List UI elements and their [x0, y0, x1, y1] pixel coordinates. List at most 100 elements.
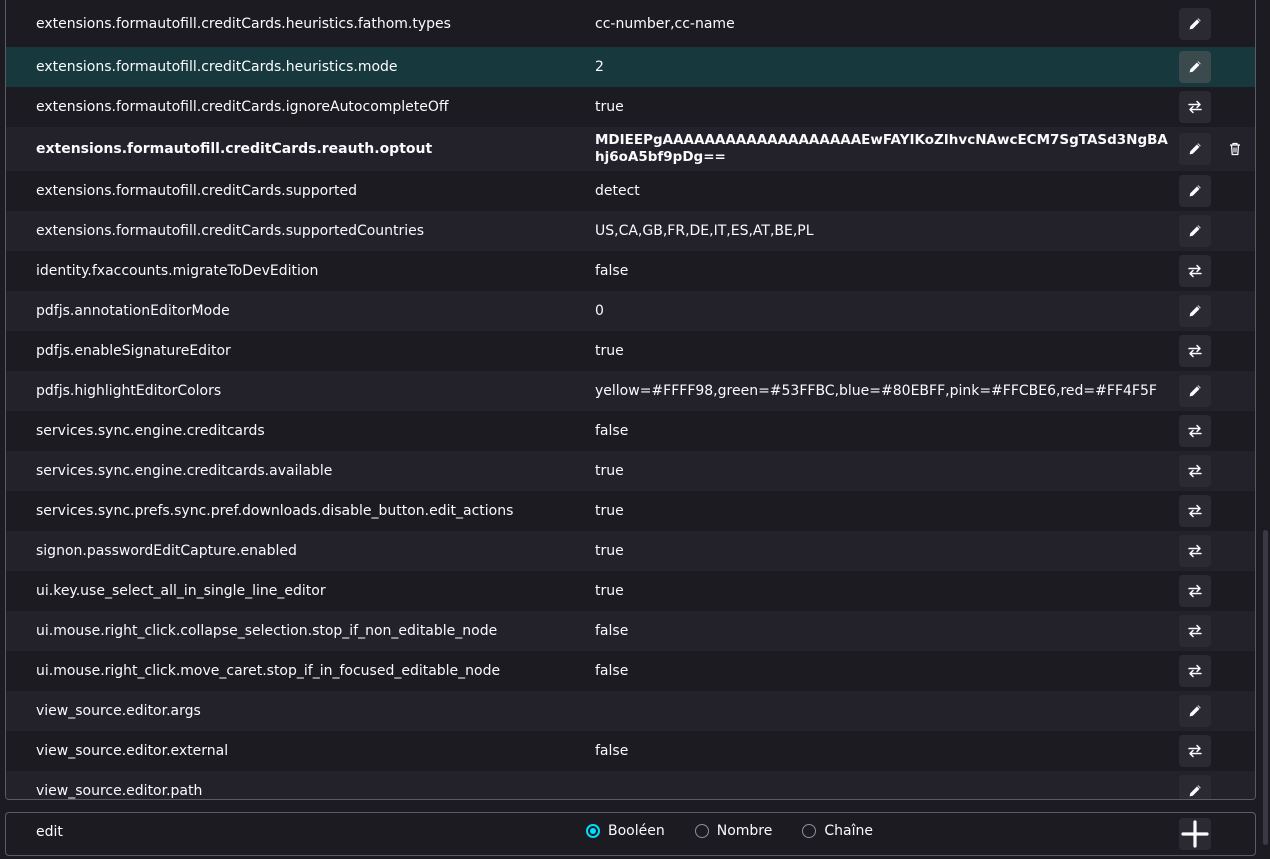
pref-name: ui.mouse.right_click.collapse_selection.…: [36, 623, 498, 639]
pref-value: true: [595, 503, 624, 519]
pref-name: view_source.editor.path: [36, 783, 203, 799]
pref-name: extensions.formautofill.creditCards.heur…: [36, 16, 451, 32]
toggle-arrows-icon: [1188, 100, 1202, 114]
pref-value: true: [595, 543, 624, 559]
pref-name: signon.passwordEditCapture.enabled: [36, 543, 297, 559]
pref-row[interactable]: view_source.editor.path: [6, 771, 1255, 799]
pencil-icon: [1189, 225, 1201, 237]
pref-name: extensions.formautofill.creditCards.supp…: [36, 183, 357, 199]
pencil-icon: [1189, 785, 1201, 797]
scrollbar-thumb[interactable]: [1263, 530, 1268, 845]
pencil-icon: [1189, 385, 1201, 397]
radio-string[interactable]: [802, 824, 817, 838]
pref-row[interactable]: extensions.formautofill.creditCards.supp…: [6, 171, 1255, 211]
add-pref-button[interactable]: [1179, 818, 1211, 850]
edit-pref-button[interactable]: [1179, 215, 1211, 247]
toggle-pref-button[interactable]: [1179, 575, 1211, 607]
pref-value: true: [595, 343, 624, 359]
toggle-pref-button[interactable]: [1179, 535, 1211, 567]
toggle-pref-button[interactable]: [1179, 255, 1211, 287]
pref-value: false: [595, 423, 629, 439]
pref-name: pdfjs.annotationEditorMode: [36, 303, 230, 319]
pencil-icon: [1189, 705, 1201, 717]
edit-pref-button[interactable]: [1179, 375, 1211, 407]
pref-row[interactable]: pdfjs.enableSignatureEditor true: [6, 331, 1255, 371]
edit-pref-button[interactable]: [1179, 775, 1211, 799]
pref-name: pdfjs.enableSignatureEditor: [36, 343, 231, 359]
toggle-pref-button[interactable]: [1179, 655, 1211, 687]
pref-row[interactable]: extensions.formautofill.creditCards.reau…: [6, 127, 1255, 171]
pref-row[interactable]: services.sync.engine.creditcards false: [6, 411, 1255, 451]
type-option-boolean[interactable]: Booléen: [586, 823, 665, 839]
pref-row[interactable]: services.sync.prefs.sync.pref.downloads.…: [6, 491, 1255, 531]
pref-name: extensions.formautofill.creditCards.supp…: [36, 223, 425, 239]
type-label-number: Nombre: [716, 823, 773, 839]
pref-value: US,CA,GB,FR,DE,IT,ES,AT,BE,PL: [595, 223, 814, 239]
pref-name: extensions.formautofill.creditCards.heur…: [36, 59, 398, 75]
toggle-arrows-icon: [1188, 344, 1202, 358]
plus-icon: [1181, 820, 1209, 848]
pref-row[interactable]: pdfjs.highlightEditorColors yellow=#FFFF9…: [6, 371, 1255, 411]
toggle-pref-button[interactable]: [1179, 615, 1211, 647]
toggle-arrows-icon: [1188, 504, 1202, 518]
toggle-arrows-icon: [1188, 624, 1202, 638]
pref-value: true: [595, 99, 624, 115]
edit-pref-button[interactable]: [1179, 8, 1211, 40]
pref-value: false: [595, 623, 629, 639]
pref-name: ui.mouse.right_click.move_caret.stop_if_…: [36, 663, 501, 679]
pref-value: detect: [595, 183, 640, 199]
pref-row[interactable]: extensions.formautofill.creditCards.heur…: [6, 0, 1255, 47]
pref-row[interactable]: extensions.formautofill.creditCards.igno…: [6, 87, 1255, 127]
toggle-pref-button[interactable]: [1179, 415, 1211, 447]
pref-name: ui.key.use_select_all_in_single_line_edi…: [36, 583, 326, 599]
toggle-arrows-icon: [1188, 424, 1202, 438]
type-option-number[interactable]: Nombre: [694, 823, 773, 839]
toggle-arrows-icon: [1188, 264, 1202, 278]
pref-name: pdfjs.highlightEditorColors: [36, 383, 222, 399]
pref-row[interactable]: view_source.editor.args: [6, 691, 1255, 731]
pref-row[interactable]: identity.fxaccounts.migrateToDevEdition f…: [6, 251, 1255, 291]
reset-pref-button[interactable]: [1219, 133, 1251, 165]
pencil-icon: [1189, 61, 1201, 73]
pref-name: extensions.formautofill.creditCards.igno…: [36, 99, 449, 115]
radio-boolean[interactable]: [586, 824, 600, 838]
radio-number[interactable]: [694, 824, 709, 838]
edit-pref-button[interactable]: [1179, 133, 1211, 165]
pref-row[interactable]: extensions.formautofill.creditCards.supp…: [6, 211, 1255, 251]
new-pref-name: edit: [36, 824, 63, 840]
pref-value: 0: [595, 303, 604, 319]
edit-pref-button[interactable]: [1179, 695, 1211, 727]
type-label-boolean: Booléen: [608, 823, 665, 839]
toggle-pref-button[interactable]: [1179, 735, 1211, 767]
pref-row[interactable]: pdfjs.annotationEditorMode 0: [6, 291, 1255, 331]
pref-value: true: [595, 583, 624, 599]
pref-row[interactable]: view_source.editor.external false: [6, 731, 1255, 771]
pref-row[interactable]: extensions.formautofill.creditCards.heur…: [6, 47, 1255, 87]
pref-value: MDIEEPgAAAAAAAAAAAAAAAAAAAEwFAYIKoZIhvcN…: [595, 132, 1168, 165]
pref-row[interactable]: ui.key.use_select_all_in_single_line_edi…: [6, 571, 1255, 611]
pref-row[interactable]: ui.mouse.right_click.move_caret.stop_if_…: [6, 651, 1255, 691]
pref-row[interactable]: signon.passwordEditCapture.enabled true: [6, 531, 1255, 571]
pref-value: false: [595, 663, 629, 679]
pref-name: extensions.formautofill.creditCards.reau…: [36, 141, 433, 157]
toggle-pref-button[interactable]: [1179, 335, 1211, 367]
pref-name: services.sync.engine.creditcards: [36, 423, 265, 439]
toggle-pref-button[interactable]: [1179, 91, 1211, 123]
edit-pref-button[interactable]: [1179, 51, 1211, 83]
pref-name: view_source.editor.external: [36, 743, 229, 759]
pref-row[interactable]: services.sync.engine.creditcards.availab…: [6, 451, 1255, 491]
toggle-pref-button[interactable]: [1179, 495, 1211, 527]
prefs-rows: extensions.formautofill.creditCards.heur…: [6, 0, 1255, 799]
toggle-arrows-icon: [1188, 664, 1202, 678]
prefs-table: extensions.formautofill.creditCards.heur…: [5, 0, 1256, 800]
pref-name: view_source.editor.args: [36, 703, 201, 719]
edit-pref-button[interactable]: [1179, 175, 1211, 207]
toggle-pref-button[interactable]: [1179, 455, 1211, 487]
pencil-icon: [1189, 18, 1201, 30]
pencil-icon: [1189, 305, 1201, 317]
pref-value: false: [595, 263, 629, 279]
edit-pref-button[interactable]: [1179, 295, 1211, 327]
toggle-arrows-icon: [1188, 744, 1202, 758]
type-option-string[interactable]: Chaîne: [802, 823, 873, 839]
pref-row[interactable]: ui.mouse.right_click.collapse_selection.…: [6, 611, 1255, 651]
